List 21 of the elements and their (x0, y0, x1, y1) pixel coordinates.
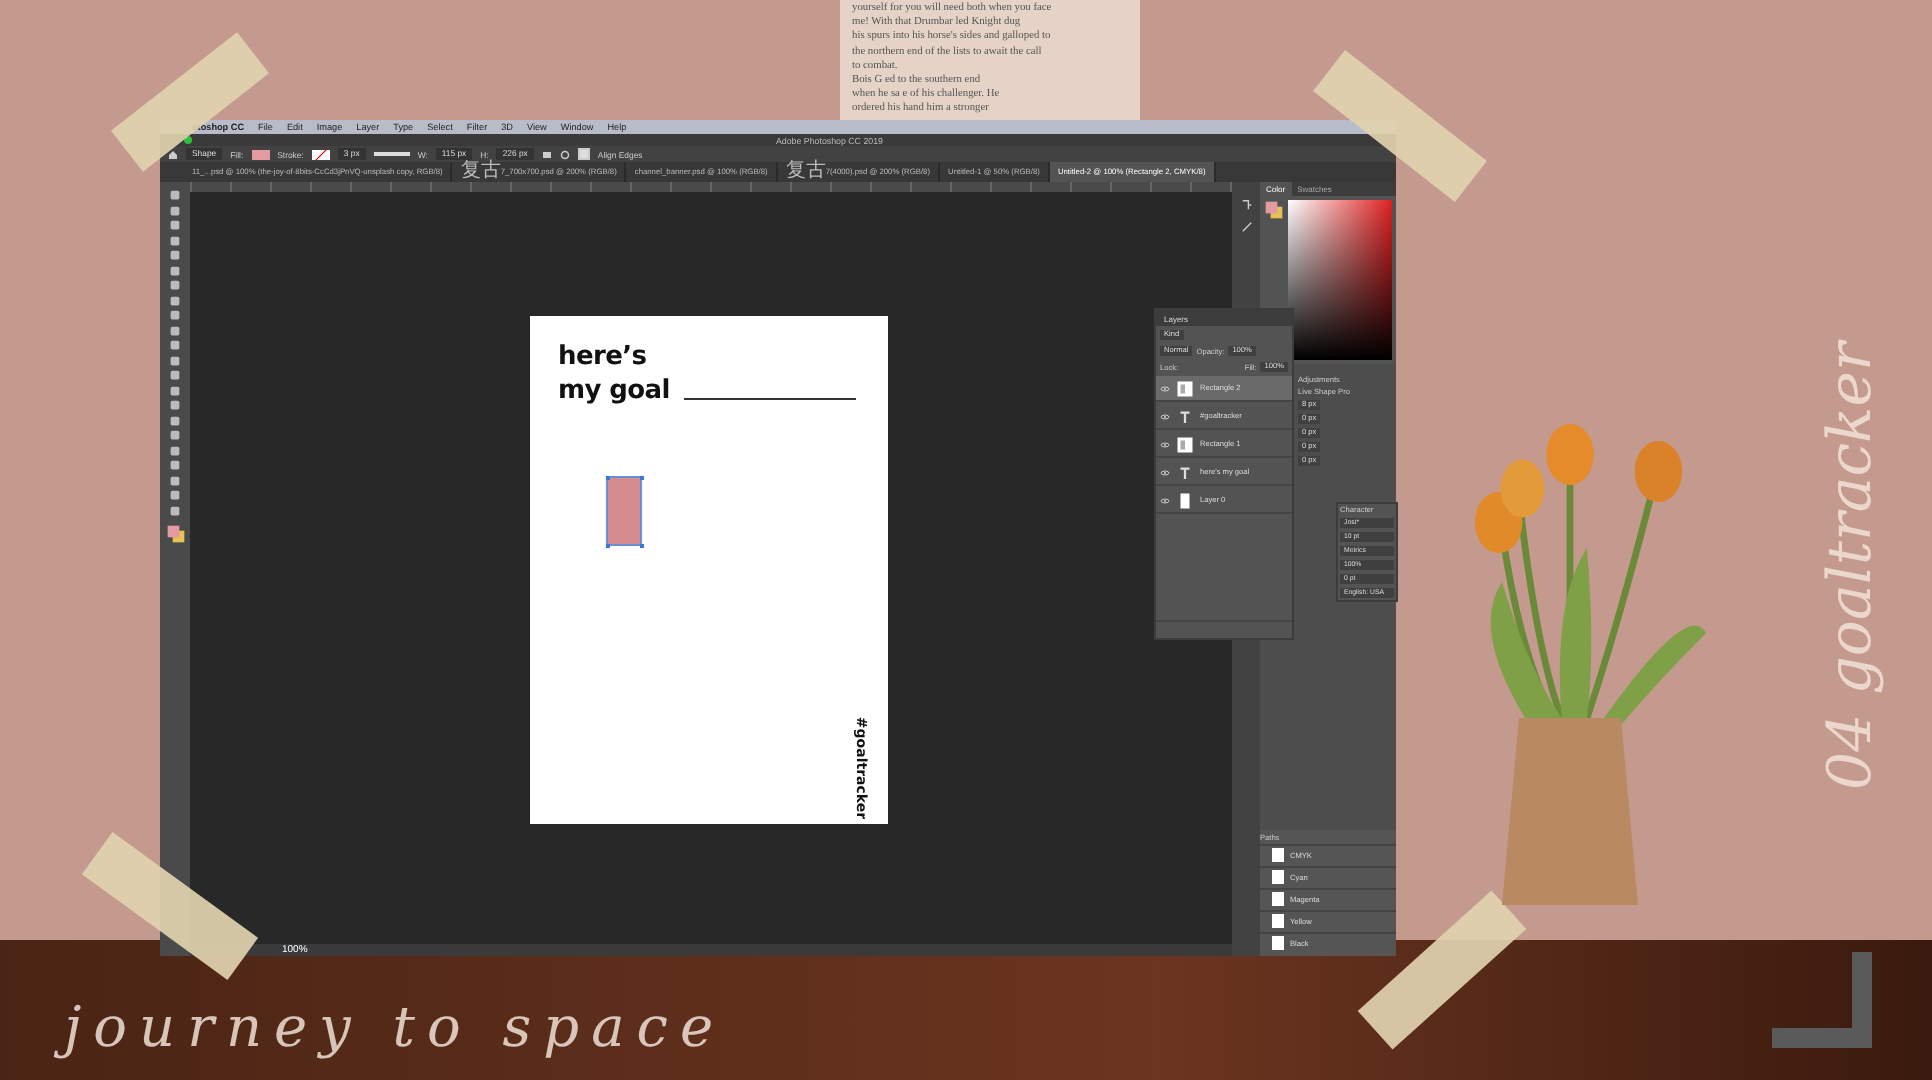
eye-icon[interactable] (1160, 385, 1170, 391)
brush-icon[interactable] (1239, 220, 1253, 234)
fill-swatch[interactable] (251, 149, 270, 159)
gear-icon[interactable] (559, 149, 570, 159)
corner-bracket-icon (1772, 952, 1872, 1048)
stroke-type-dropdown[interactable] (373, 152, 410, 156)
color-swatches-icon[interactable] (165, 524, 185, 544)
stroke-swatch[interactable] (311, 149, 330, 159)
checkbox[interactable] (577, 148, 590, 160)
eye-icon[interactable] (1160, 497, 1170, 503)
heading-text: my goal (558, 374, 670, 408)
eye-icon[interactable] (1160, 469, 1170, 475)
heading-text: here’s (558, 340, 649, 374)
color-picker-field[interactable] (1288, 200, 1392, 360)
eye-icon[interactable] (1160, 441, 1170, 447)
history-icon[interactable] (1239, 198, 1253, 212)
color-swatches-icon[interactable] (1264, 200, 1284, 220)
script-caption: journey to space (44, 988, 746, 1068)
vertical-title: 04 goaltracker (1814, 337, 1888, 794)
align-icon[interactable] (541, 149, 552, 159)
eye-icon[interactable] (1160, 413, 1170, 419)
